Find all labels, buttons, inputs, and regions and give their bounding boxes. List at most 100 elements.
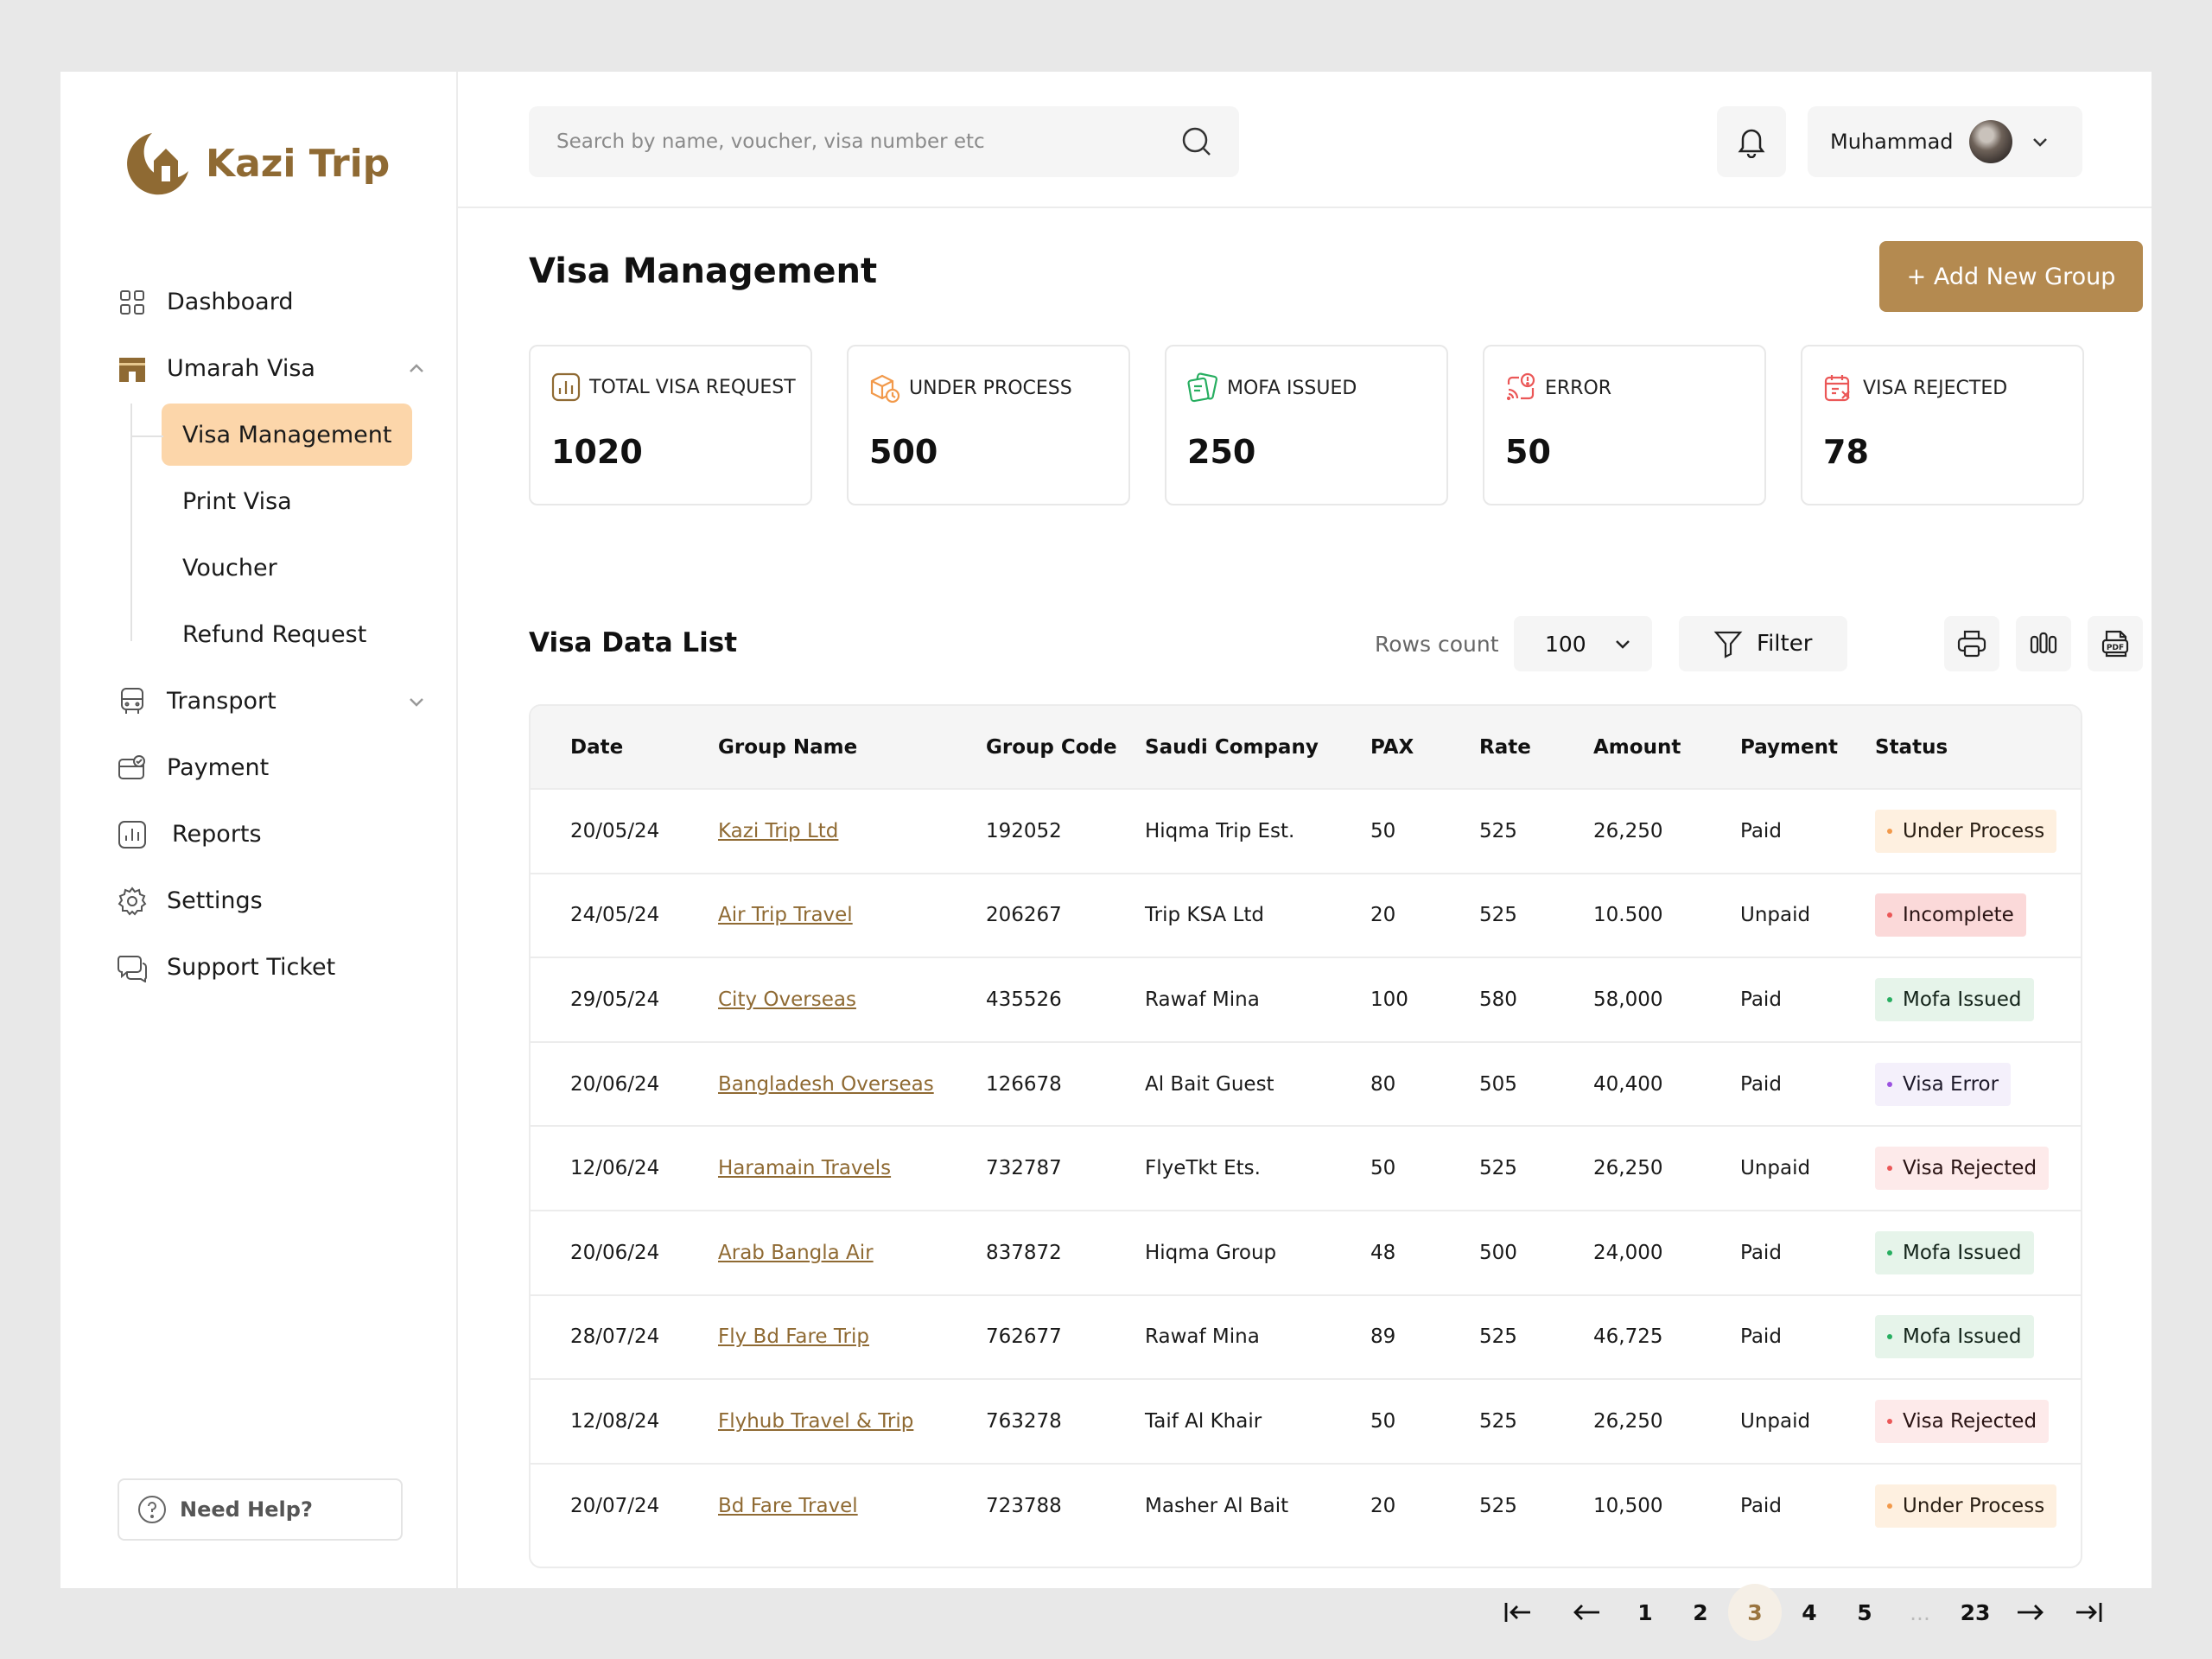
sidebar-item-print-visa[interactable]: Print Visa: [162, 468, 412, 535]
user-menu[interactable]: Muhammad: [1808, 106, 2082, 177]
cell-payment: Paid: [1740, 1494, 1782, 1517]
column-header-date[interactable]: Date: [570, 736, 623, 759]
status-dot: [1887, 1334, 1892, 1340]
page-button[interactable]: 5: [1838, 1584, 1891, 1641]
status-dot: [1887, 828, 1892, 834]
pdf-export-button[interactable]: PDF: [2088, 616, 2143, 671]
box-clock-icon: [870, 374, 900, 404]
page-button-current[interactable]: 3: [1728, 1584, 1782, 1641]
group-name-link[interactable]: Air Trip Travel: [718, 904, 853, 926]
sidebar-item-payment[interactable]: Payment: [117, 734, 428, 801]
group-name-link[interactable]: Kazi Trip Ltd: [718, 820, 838, 842]
cell-amount: 26,250: [1593, 819, 1663, 842]
sidebar-item-voucher[interactable]: Voucher: [162, 535, 412, 601]
top-header: Muhammad: [458, 72, 2152, 208]
cell-pax: 48: [1370, 1241, 1396, 1264]
column-header-pax[interactable]: PAX: [1370, 736, 1414, 759]
cell-date: 20/05/24: [570, 819, 660, 842]
notification-button[interactable]: [1717, 106, 1786, 177]
sidebar-item-settings[interactable]: Settings: [117, 868, 428, 934]
sidebar-item-support-ticket[interactable]: Support Ticket: [117, 934, 428, 1001]
group-name-link[interactable]: Flyhub Travel & Trip: [718, 1410, 913, 1433]
page-button[interactable]: 1: [1618, 1584, 1672, 1641]
next-page-button[interactable]: [2003, 1584, 2056, 1641]
group-name-link[interactable]: Haramain Travels: [718, 1157, 891, 1179]
prev-page-button[interactable]: [1560, 1584, 1614, 1641]
sidebar-item-refund-request[interactable]: Refund Request: [162, 601, 412, 668]
stat-card-total: TOTAL VISA REQUEST 1020: [529, 345, 812, 505]
cell-date: 20/07/24: [570, 1494, 660, 1517]
stat-card-under-process: UNDER PROCESS 500: [847, 345, 1130, 505]
column-header-status[interactable]: Status: [1875, 736, 1948, 759]
cell-rate: 525: [1479, 904, 1517, 927]
table-row[interactable]: 20/06/24 Bangladesh Overseas 126678 Al Bait…: [531, 1040, 2081, 1126]
sidebar-item-dashboard[interactable]: Dashboard: [117, 269, 428, 335]
cell-pax: 50: [1370, 1409, 1396, 1433]
stat-label: VISA REJECTED: [1863, 377, 2008, 399]
last-page-button[interactable]: [2062, 1584, 2115, 1641]
table-row[interactable]: 12/06/24 Haramain Travels 732787 FlyeTkt Et…: [531, 1125, 2081, 1210]
group-name-link[interactable]: Bd Fare Travel: [718, 1495, 858, 1517]
column-header-group-code[interactable]: Group Code: [986, 736, 1117, 759]
status-badge: Visa Error: [1875, 1062, 2012, 1106]
first-page-button[interactable]: [1491, 1584, 1545, 1641]
cell-saudi-company: Hiqma Trip Est.: [1145, 819, 1295, 842]
rows-count-select[interactable]: 100: [1514, 616, 1652, 671]
calendar-x-icon: [1824, 375, 1850, 402]
stat-value: 1020: [551, 433, 643, 471]
group-name-link[interactable]: Arab Bangla Air: [718, 1242, 874, 1264]
cell-rate: 580: [1479, 988, 1517, 1011]
status-label: Mofa Issued: [1903, 1325, 2022, 1349]
search-icon[interactable]: [1180, 125, 1213, 158]
pagination: 1 2 3 4 5 ... 23: [458, 1584, 2152, 1644]
filter-button[interactable]: Filter: [1679, 616, 1847, 671]
status-label: Mofa Issued: [1903, 1241, 2022, 1264]
search-input[interactable]: [529, 106, 1239, 177]
chevron-down-icon[interactable]: [405, 690, 428, 713]
sidebar-item-umarah-visa[interactable]: Umarah Visa: [117, 335, 428, 402]
group-name-link[interactable]: Bangladesh Overseas: [718, 1073, 934, 1096]
add-new-group-button[interactable]: + Add New Group: [1879, 241, 2143, 312]
print-button[interactable]: [1944, 616, 1999, 671]
sidebar-item-label: Transport: [167, 688, 276, 715]
column-header-payment[interactable]: Payment: [1740, 736, 1838, 759]
table-row[interactable]: 12/08/24 Flyhub Travel & Trip 763278 Taif A…: [531, 1378, 2081, 1463]
table-row[interactable]: 20/07/24 Bd Fare Travel 723788 Masher Al Ba…: [531, 1462, 2081, 1548]
column-header-amount[interactable]: Amount: [1593, 736, 1681, 759]
column-header-rate[interactable]: Rate: [1479, 736, 1531, 759]
stats-row: TOTAL VISA REQUEST 1020 UNDER PROCESS 50…: [529, 345, 2084, 505]
sidebar-item-visa-management[interactable]: Visa Management: [162, 404, 412, 466]
group-name-link[interactable]: City Overseas: [718, 988, 856, 1011]
table-row[interactable]: 20/06/24 Arab Bangla Air 837872 Hiqma Group…: [531, 1209, 2081, 1294]
chevron-up-icon[interactable]: [405, 358, 428, 380]
stat-card-error: ERROR 50: [1483, 345, 1766, 505]
status-badge: Incomplete: [1875, 893, 2026, 938]
status-label: Incomplete: [1903, 904, 2014, 927]
column-header-group-name[interactable]: Group Name: [718, 736, 857, 759]
bar-chart-icon: [551, 372, 581, 402]
table-row[interactable]: 20/05/24 Kazi Trip Ltd 192052 Hiqma Trip Es…: [531, 788, 2081, 873]
list-title: Visa Data List: [529, 627, 738, 658]
status-label: Visa Rejected: [1903, 1409, 2037, 1433]
svg-text:PDF: PDF: [2107, 644, 2124, 652]
cell-amount: 58,000: [1593, 988, 1663, 1011]
column-header-saudi-company[interactable]: Saudi Company: [1145, 736, 1319, 759]
brand-logo[interactable]: Kazi Trip: [121, 128, 390, 199]
table-row[interactable]: 28/07/24 Fly Bd Fare Trip 762677 Rawaf Mina…: [531, 1294, 2081, 1379]
cell-saudi-company: Hiqma Group: [1145, 1241, 1277, 1264]
need-help-button[interactable]: Need Help?: [118, 1478, 403, 1541]
sidebar-item-reports[interactable]: Reports: [117, 801, 428, 868]
stat-value: 78: [1823, 433, 1869, 471]
page-button[interactable]: 23: [1948, 1584, 2002, 1641]
page-button[interactable]: 4: [1783, 1584, 1836, 1641]
table-row[interactable]: 24/05/24 Air Trip Travel 206267 Trip KSA Lt…: [531, 872, 2081, 957]
cell-amount: 24,000: [1593, 1241, 1663, 1264]
columns-button[interactable]: [2016, 616, 2071, 671]
group-name-link[interactable]: Fly Bd Fare Trip: [718, 1325, 869, 1348]
cell-group-code: 732787: [986, 1157, 1062, 1180]
sidebar-item-transport[interactable]: Transport: [117, 668, 428, 734]
status-dot: [1887, 912, 1892, 918]
table-row[interactable]: 29/05/24 City Overseas 435526 Rawaf Mina 100…: [531, 957, 2081, 1041]
page-button[interactable]: 2: [1674, 1584, 1727, 1641]
filter-label: Filter: [1757, 631, 1813, 657]
